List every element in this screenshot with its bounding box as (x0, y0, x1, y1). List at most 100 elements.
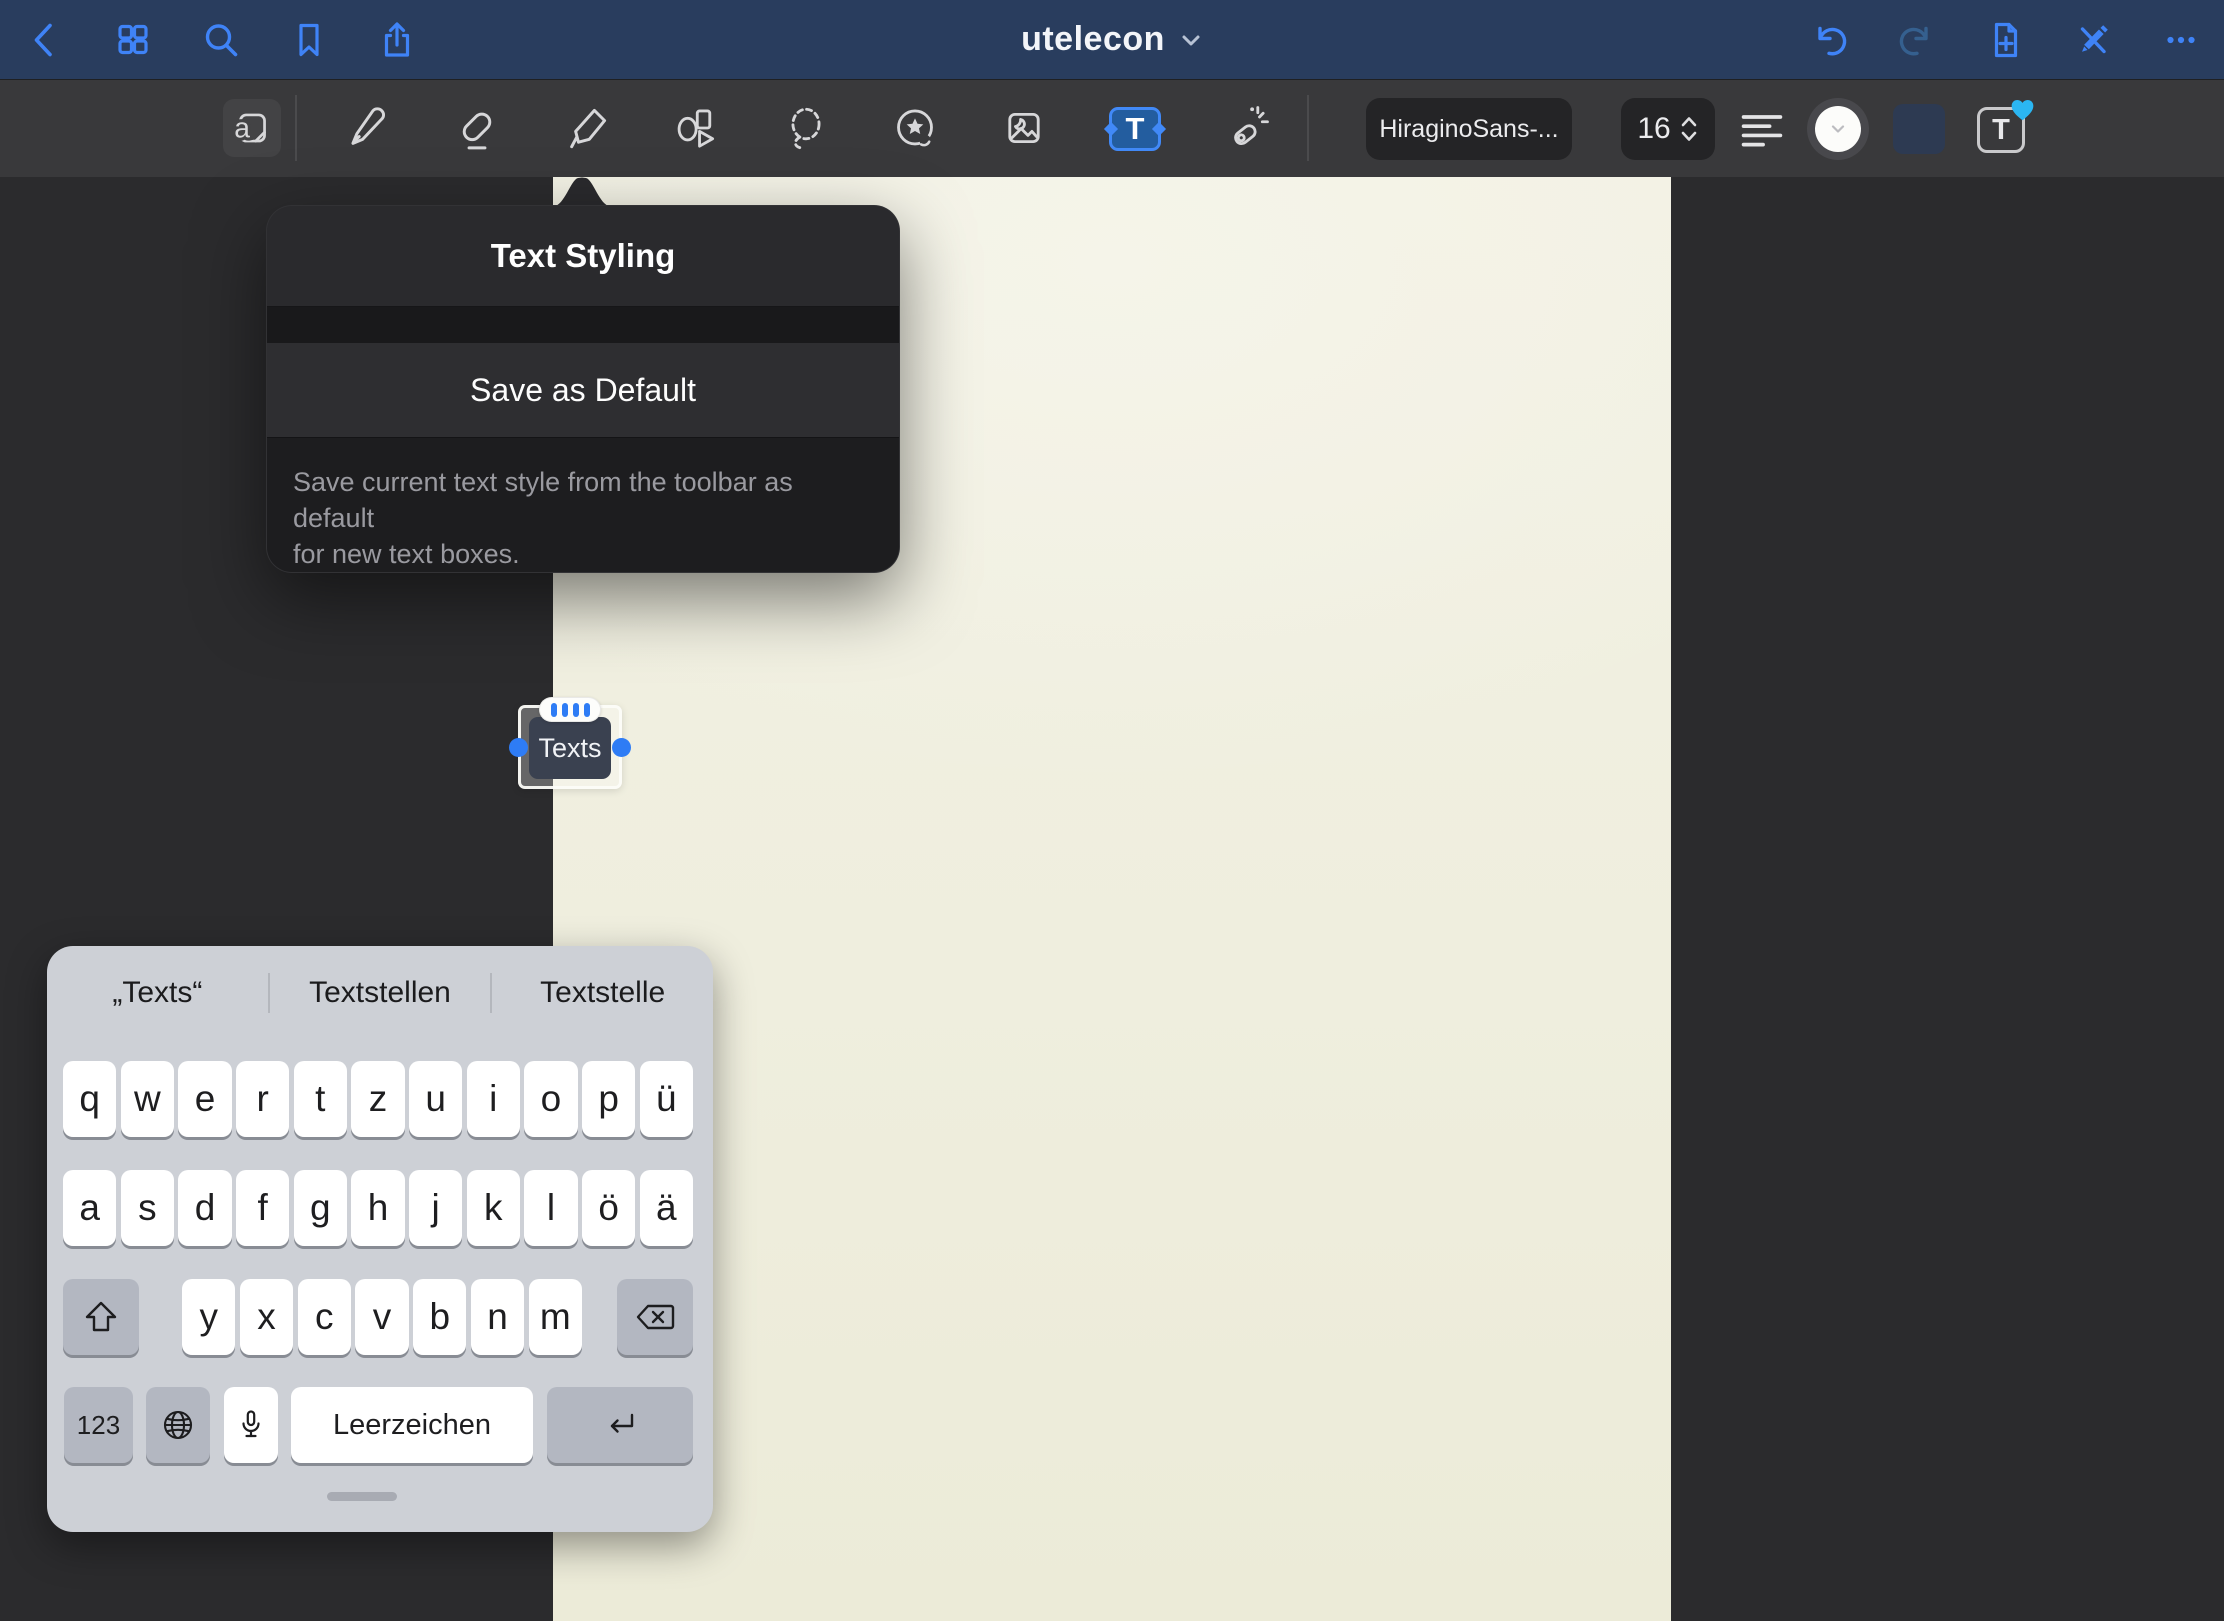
key-b[interactable]: b (413, 1279, 466, 1355)
app-root: utelecon (0, 0, 2224, 1621)
key-ü[interactable]: ü (640, 1061, 693, 1137)
highlighter-tool-button[interactable] (560, 101, 614, 155)
key-u[interactable]: u (409, 1061, 462, 1137)
font-size-stepper[interactable]: 16 (1621, 98, 1715, 160)
return-key[interactable] (547, 1387, 693, 1463)
drag-bar (562, 703, 568, 717)
key-row-2: asdfghjklöä (63, 1170, 693, 1246)
key-g[interactable]: g (294, 1170, 347, 1246)
popover-title: Text Styling (267, 206, 899, 307)
key-e[interactable]: e (178, 1061, 231, 1137)
suggestion-1[interactable]: Textstellen (270, 976, 491, 1010)
undo-button[interactable] (1806, 17, 1852, 63)
textbox-resize-handle-right[interactable] (612, 738, 631, 757)
thumbnails-button[interactable] (110, 17, 156, 63)
key-s[interactable]: s (121, 1170, 174, 1246)
drag-bar (551, 703, 557, 717)
key-a[interactable]: a (63, 1170, 116, 1246)
eraser-tool-button[interactable] (450, 101, 504, 155)
toolbar-divider (1307, 95, 1309, 161)
zoom-window-tool-button[interactable]: a a (223, 99, 281, 157)
pen-icon (341, 103, 391, 153)
onscreen-keyboard: „Texts“ Textstellen Textstelle qwertzuio… (47, 946, 713, 1532)
align-left-icon (1736, 104, 1788, 156)
save-as-default-button[interactable]: Save as Default (267, 343, 899, 438)
navbar-left-group (22, 0, 420, 79)
shift-key[interactable] (63, 1279, 139, 1355)
laser-pointer-tool-button[interactable] (1220, 101, 1274, 155)
text-align-button[interactable] (1735, 103, 1789, 157)
edit-mode-toggle-button[interactable] (2070, 17, 2116, 63)
image-tool-button[interactable] (997, 101, 1051, 155)
grid-icon (111, 18, 155, 62)
text-zoom-tool-icon: a a (229, 105, 275, 151)
key-z[interactable]: z (351, 1061, 404, 1137)
textbox-text: Texts (538, 733, 601, 764)
key-l[interactable]: l (524, 1170, 577, 1246)
stepper-chevrons-icon (1679, 112, 1699, 146)
elements-tool-button[interactable] (888, 101, 942, 155)
text-tool-label: T (1126, 111, 1145, 147)
key-x[interactable]: x (240, 1279, 293, 1355)
globe-key[interactable] (146, 1387, 210, 1463)
pen-tool-button[interactable] (339, 101, 393, 155)
key-row-1: qwertzuiopü (63, 1061, 693, 1137)
shapes-tool-button[interactable] (668, 101, 722, 155)
text-color-button[interactable] (1807, 98, 1869, 160)
key-y[interactable]: y (182, 1279, 235, 1355)
key-k[interactable]: k (467, 1170, 520, 1246)
key-q[interactable]: q (63, 1061, 116, 1137)
add-page-button[interactable] (1982, 17, 2028, 63)
popover-separator-strip (267, 307, 899, 343)
key-j[interactable]: j (409, 1170, 462, 1246)
key-f[interactable]: f (236, 1170, 289, 1246)
document-title-label: utelecon (1021, 20, 1165, 59)
share-button[interactable] (374, 17, 420, 63)
key-d[interactable]: d (178, 1170, 231, 1246)
description-line-1: Save current text style from the toolbar… (293, 464, 873, 536)
key-w[interactable]: w (121, 1061, 174, 1137)
pencil-x-icon (2071, 18, 2115, 62)
redo-icon (1895, 18, 1939, 62)
key-v[interactable]: v (355, 1279, 408, 1355)
key-ö[interactable]: ö (582, 1170, 635, 1246)
space-key[interactable]: Leerzeichen (291, 1387, 533, 1463)
textbox-drag-handle[interactable] (539, 697, 601, 722)
search-icon (199, 18, 243, 62)
bookmark-button[interactable] (286, 17, 332, 63)
font-family-label: HiraginoSans-... (1379, 115, 1558, 144)
popover-title-label: Text Styling (491, 237, 676, 275)
key-c[interactable]: c (298, 1279, 351, 1355)
back-button[interactable] (22, 17, 68, 63)
key-r[interactable]: r (236, 1061, 289, 1137)
return-icon (600, 1405, 640, 1445)
save-as-default-label: Save as Default (470, 372, 696, 409)
key-p[interactable]: p (582, 1061, 635, 1137)
key-t[interactable]: t (294, 1061, 347, 1137)
ellipsis-icon (2159, 18, 2203, 62)
font-family-button[interactable]: HiraginoSans-... (1366, 98, 1572, 160)
textbox-resize-handle-left[interactable] (509, 738, 528, 757)
space-key-label: Leerzeichen (333, 1409, 491, 1442)
shapes-icon (670, 103, 720, 153)
key-ä[interactable]: ä (640, 1170, 693, 1246)
search-button[interactable] (198, 17, 244, 63)
redo-button[interactable] (1894, 17, 1940, 63)
textbox[interactable]: Texts (529, 717, 611, 779)
background-color-swatch[interactable] (1893, 104, 1945, 154)
keyboard-drag-handle[interactable] (327, 1492, 397, 1501)
lasso-tool-button[interactable] (779, 101, 833, 155)
suggestion-2[interactable]: Textstelle (492, 976, 713, 1010)
favorite-text-style-button[interactable]: T (1977, 107, 2025, 153)
backspace-key[interactable] (617, 1279, 693, 1355)
more-options-button[interactable] (2158, 17, 2204, 63)
text-tool-button-selected[interactable]: T (1109, 107, 1161, 151)
key-i[interactable]: i (467, 1061, 520, 1137)
dictation-key[interactable] (224, 1387, 278, 1463)
numbers-key[interactable]: 123 (64, 1387, 133, 1463)
key-n[interactable]: n (471, 1279, 524, 1355)
key-m[interactable]: m (529, 1279, 582, 1355)
key-h[interactable]: h (351, 1170, 404, 1246)
suggestion-literal[interactable]: „Texts“ (47, 976, 268, 1010)
key-o[interactable]: o (524, 1061, 577, 1137)
